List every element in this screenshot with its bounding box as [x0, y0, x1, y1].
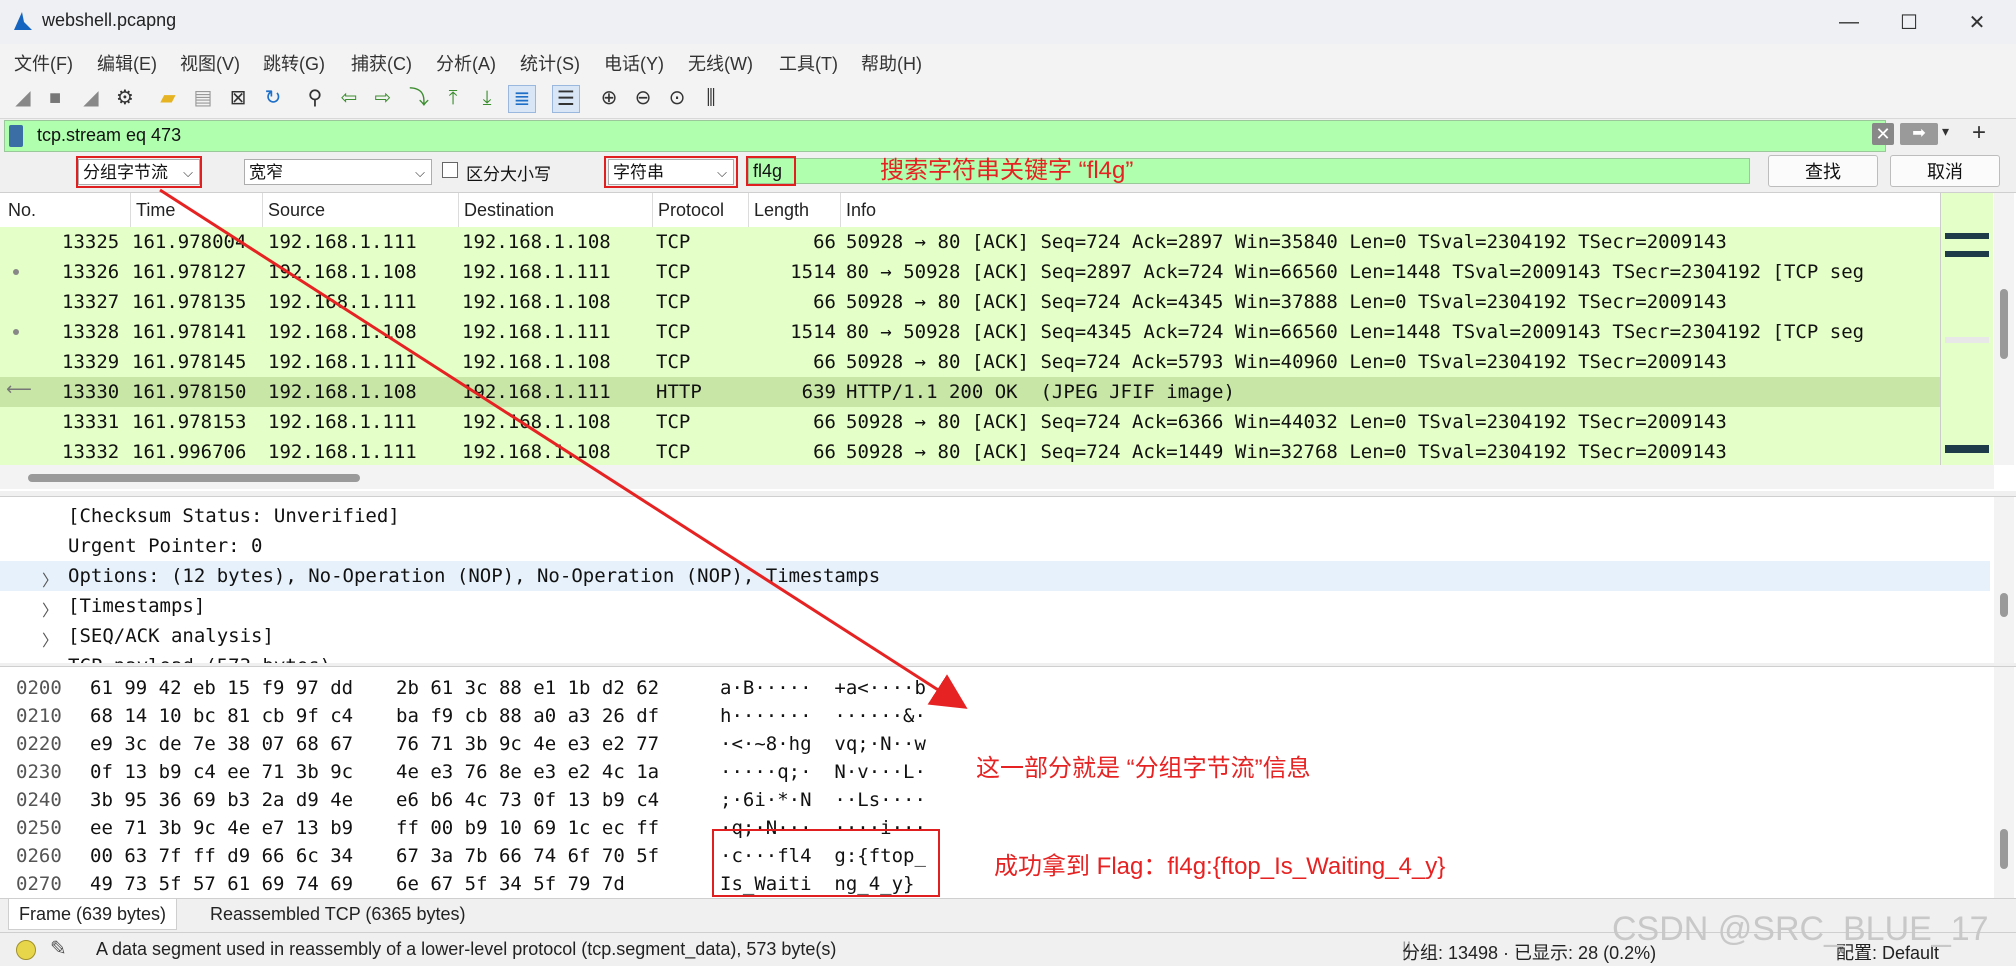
detail-row[interactable]: [Checksum Status: Unverified] [0, 501, 1990, 531]
packet-list-vertical-scrollbar[interactable] [1994, 193, 2014, 465]
case-sensitive-checkbox[interactable] [442, 162, 458, 178]
menu-wireless[interactable]: 无线(W) [688, 50, 753, 76]
clear-filter-icon[interactable]: ✕ [1872, 123, 1894, 145]
chevron-right-icon[interactable]: 〉 [42, 567, 58, 591]
annotation-bytes-note: 这一部分就是 “分组字节流”信息 [976, 755, 1311, 782]
display-filter-input[interactable]: tcp.stream eq 473 [37, 125, 181, 146]
annotation-flag-note: 成功拿到 Flag：fl4g:{ftop_Is_Waiting_4_y} [994, 853, 1446, 880]
menu-file[interactable]: 文件(F) [14, 50, 73, 76]
zoom-out-icon[interactable]: ⊖ [630, 85, 656, 111]
annotation-box-scope [76, 156, 202, 188]
menu-analyze[interactable]: 分析(A) [436, 50, 496, 76]
packet-row[interactable]: 13332 161.996706 192.168.1.111 192.168.1.10… [0, 437, 1940, 465]
menu-edit[interactable]: 编辑(E) [97, 50, 157, 76]
detail-row[interactable]: Urgent Pointer: 0 [0, 531, 1990, 561]
save-file-icon[interactable]: ▤ [190, 85, 216, 111]
cancel-button[interactable]: 取消 [1890, 155, 2000, 187]
title-bar: webshell.pcapng — ☐ ✕ [0, 0, 2016, 45]
first-packet-icon[interactable]: ⤒ [440, 85, 466, 111]
window-title: webshell.pcapng [42, 10, 177, 30]
related-packet-icon: ⟵ [6, 379, 32, 399]
last-packet-icon[interactable]: ⤓ [474, 85, 500, 111]
close-file-icon[interactable]: ⊠ [225, 85, 251, 111]
status-message: A data segment used in reassembly of a l… [96, 939, 837, 959]
go-back-icon[interactable]: ⇦ [336, 85, 362, 111]
column-info[interactable]: Info [846, 200, 876, 221]
packet-row[interactable]: 13325 161.978004 192.168.1.111 192.168.1.10… [0, 227, 1940, 257]
packet-row-selected[interactable]: ⟵ 13330 161.978150 192.168.1.108 192.168.1.… [0, 377, 1940, 407]
packet-list-header: No. Time Source Destination Protocol Len… [0, 193, 1940, 228]
detail-row[interactable]: 〉 [SEQ/ACK analysis] [0, 621, 1990, 651]
menu-telephony[interactable]: 电话(Y) [604, 50, 664, 76]
detail-row[interactable]: 〉 [Timestamps] [0, 591, 1990, 621]
annotation-search-note: 搜索字符串关键字 “fl4g” [880, 157, 1134, 184]
tab-reassembled-tcp[interactable]: Reassembled TCP (6365 bytes) [200, 899, 475, 929]
detail-row[interactable]: TCP payload (573 bytes) [0, 651, 1990, 663]
open-file-icon[interactable]: ▰ [155, 85, 181, 111]
colorize-icon[interactable]: ☰ [552, 85, 580, 113]
case-sensitive-label: 区分大小写 [466, 165, 551, 184]
minimize-button[interactable]: — [1826, 6, 1872, 38]
add-filter-button-icon[interactable]: + [1972, 119, 1986, 147]
go-to-packet-icon[interactable]: ⤵ [406, 85, 432, 111]
tab-frame[interactable]: Frame (639 bytes) [8, 899, 178, 930]
filter-history-dropdown-icon[interactable]: ▾ [1942, 123, 1949, 140]
detail-row-highlighted[interactable]: 〉 Options: (12 bytes), No-Operation (NOP… [0, 561, 1990, 591]
chevron-down-icon: ⌵ [415, 165, 425, 180]
packet-minimap[interactable] [1940, 193, 1993, 465]
packet-row[interactable]: 13331 161.978153 192.168.1.111 192.168.1.10… [0, 407, 1940, 437]
packet-details-pane: [Checksum Status: Unverified] Urgent Poi… [0, 496, 2016, 663]
column-protocol[interactable]: Protocol [658, 200, 724, 221]
column-length[interactable]: Length [754, 200, 809, 221]
packet-list-pane: No. Time Source Destination Protocol Len… [0, 192, 2016, 491]
column-time[interactable]: Time [136, 200, 175, 221]
apply-filter-icon[interactable]: ➡ [1900, 123, 1938, 145]
menu-go[interactable]: 跳转(G) [263, 50, 325, 76]
resize-columns-icon[interactable]: ⫼ [698, 85, 724, 111]
find-packet-icon[interactable]: ⚲ [302, 85, 328, 111]
autoscroll-icon[interactable]: ≣ [508, 85, 536, 113]
menu-view[interactable]: 视图(V) [180, 50, 240, 76]
packet-row[interactable]: 13327 161.978135 192.168.1.111 192.168.1.10… [0, 287, 1940, 317]
bookmark-icon[interactable] [9, 125, 23, 147]
packet-list-horizontal-scrollbar[interactable] [0, 465, 1994, 489]
find-button[interactable]: 查找 [1768, 155, 1878, 187]
details-vertical-scrollbar[interactable] [1994, 497, 2014, 663]
display-filter-bar[interactable]: tcp.stream eq 473 [4, 120, 1886, 152]
normal-size-icon[interactable]: ⊙ [664, 85, 690, 111]
edit-comment-icon[interactable]: ✎ [50, 936, 67, 961]
maximize-button[interactable]: ☐ [1886, 6, 1932, 38]
annotation-box-type [604, 156, 738, 188]
go-forward-icon[interactable]: ⇨ [370, 85, 396, 111]
column-source[interactable]: Source [268, 200, 325, 221]
wireshark-fin-icon [14, 12, 32, 30]
chevron-right-icon[interactable]: 〉 [42, 597, 58, 621]
watermark-text: CSDN @SRC_BLUE_17 [1612, 910, 1989, 948]
column-destination[interactable]: Destination [464, 200, 554, 221]
capture-options-icon[interactable]: ⚙ [112, 85, 138, 111]
bytes-vertical-scrollbar[interactable] [1994, 667, 2014, 899]
packet-row[interactable]: 13328 161.978141 192.168.1.108 192.168.1.11… [0, 317, 1940, 347]
stop-capture-icon[interactable]: ■ [42, 85, 68, 111]
annotation-box-search [746, 156, 796, 186]
expert-info-icon[interactable] [16, 940, 36, 960]
charset-select[interactable]: 宽窄 ⌵ [244, 159, 432, 185]
annotation-box-flag [712, 829, 940, 897]
charset-value: 宽窄 [249, 163, 283, 182]
menu-bar: 文件(F) 编辑(E) 视图(V) 跳转(G) 捕获(C) 分析(A) 统计(S… [0, 44, 2016, 78]
menu-help[interactable]: 帮助(H) [861, 50, 922, 76]
packet-row[interactable]: 13326 161.978127 192.168.1.108 192.168.1.11… [0, 257, 1940, 287]
zoom-in-icon[interactable]: ⊕ [596, 85, 622, 111]
menu-statistics[interactable]: 统计(S) [520, 50, 580, 76]
reload-icon[interactable]: ↻ [260, 85, 286, 111]
packet-row[interactable]: 13329 161.978145 192.168.1.111 192.168.1.10… [0, 347, 1940, 377]
main-toolbar: ◢ ■ ◢ ⚙ ▰ ▤ ⊠ ↻ ⚲ ⇦ ⇨ ⤵ ⤒ ⤓ ≣ ☰ ⊕ ⊖ ⊙ ⫼ [0, 78, 2016, 119]
menu-tools[interactable]: 工具(T) [779, 50, 838, 76]
start-capture-icon[interactable]: ◢ [10, 85, 36, 111]
column-no[interactable]: No. [8, 200, 36, 221]
chevron-right-icon[interactable]: 〉 [42, 627, 58, 651]
restart-capture-icon[interactable]: ◢ [78, 85, 104, 111]
close-button[interactable]: ✕ [1954, 6, 2000, 38]
menu-capture[interactable]: 捕获(C) [351, 50, 412, 76]
